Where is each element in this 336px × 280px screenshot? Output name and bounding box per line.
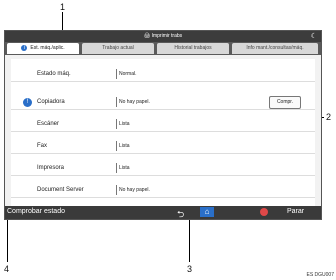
callout-3: 3 xyxy=(187,264,193,274)
moon-icon[interactable]: ☾ xyxy=(311,32,317,40)
function-name: Document Server xyxy=(37,187,84,193)
figure-code: ES DGU007 xyxy=(306,272,334,278)
tab-maintenance-info[interactable]: Info mant./consultas/máq. xyxy=(232,43,318,54)
function-name: Copiadora xyxy=(37,99,65,105)
machine-status-value: Normal. xyxy=(119,71,137,77)
bottom-bar: Comprobar estado ⮌ ⌂ Parar xyxy=(5,206,321,219)
function-status: Lista xyxy=(119,143,130,149)
separator xyxy=(116,185,117,195)
back-icon[interactable]: ⮌ xyxy=(177,207,184,223)
separator xyxy=(116,141,117,151)
machine-status-row: Estado máq. Normal. xyxy=(11,67,315,82)
callout-1: 1 xyxy=(60,2,66,12)
function-status: No hay papel. xyxy=(119,99,150,105)
list-item-printer[interactable]: Impresora Lista xyxy=(11,161,315,176)
function-status: Lista xyxy=(119,121,130,127)
separator xyxy=(116,97,117,107)
separator xyxy=(116,69,117,79)
function-name: Escáner xyxy=(37,121,60,127)
function-status: No hay papel. xyxy=(119,187,150,193)
alert-icon: ! xyxy=(23,98,32,107)
check-status-button[interactable]: Comprobar estado xyxy=(7,208,65,215)
tab-job-history[interactable]: Historial trabajos xyxy=(157,43,229,54)
device-screen: 🖨 Imprimir trabs ☾ i Est. máq./aplic. Tra… xyxy=(4,30,322,220)
separator xyxy=(116,163,117,173)
status-list: Estado máq. Normal. ! Copiadora No hay p… xyxy=(11,59,315,206)
top-bar: 🖨 Imprimir trabs ☾ xyxy=(5,31,321,42)
list-item-scanner[interactable]: Escáner Lista xyxy=(11,117,315,132)
list-item-document-server[interactable]: Document Server No hay papel. xyxy=(11,183,315,198)
stop-icon[interactable] xyxy=(260,208,268,216)
tab-status[interactable]: i Est. máq./aplic. xyxy=(7,43,79,54)
function-name: Impresora xyxy=(37,165,65,171)
callout-2: 2 xyxy=(326,112,332,122)
function-name: Fax xyxy=(37,143,48,149)
function-status: Lista xyxy=(119,165,130,171)
check-button[interactable]: Compr. xyxy=(269,96,301,109)
tab-current-job[interactable]: Trabajo actual xyxy=(82,43,154,54)
machine-status-label: Estado máq. xyxy=(37,71,71,77)
list-item-copier[interactable]: ! Copiadora No hay papel. Compr. xyxy=(11,95,315,110)
tab-bar: i Est. máq./aplic. Trabajo actual Histori… xyxy=(5,42,321,55)
info-icon: i xyxy=(21,45,28,51)
home-icon[interactable]: ⌂ xyxy=(200,207,214,217)
top-bar-title: 🖨 Imprimir trabs xyxy=(143,33,183,39)
stop-button[interactable]: Parar xyxy=(287,208,304,215)
callout-4: 4 xyxy=(4,264,10,274)
separator xyxy=(116,119,117,129)
list-item-fax[interactable]: Fax Lista xyxy=(11,139,315,154)
